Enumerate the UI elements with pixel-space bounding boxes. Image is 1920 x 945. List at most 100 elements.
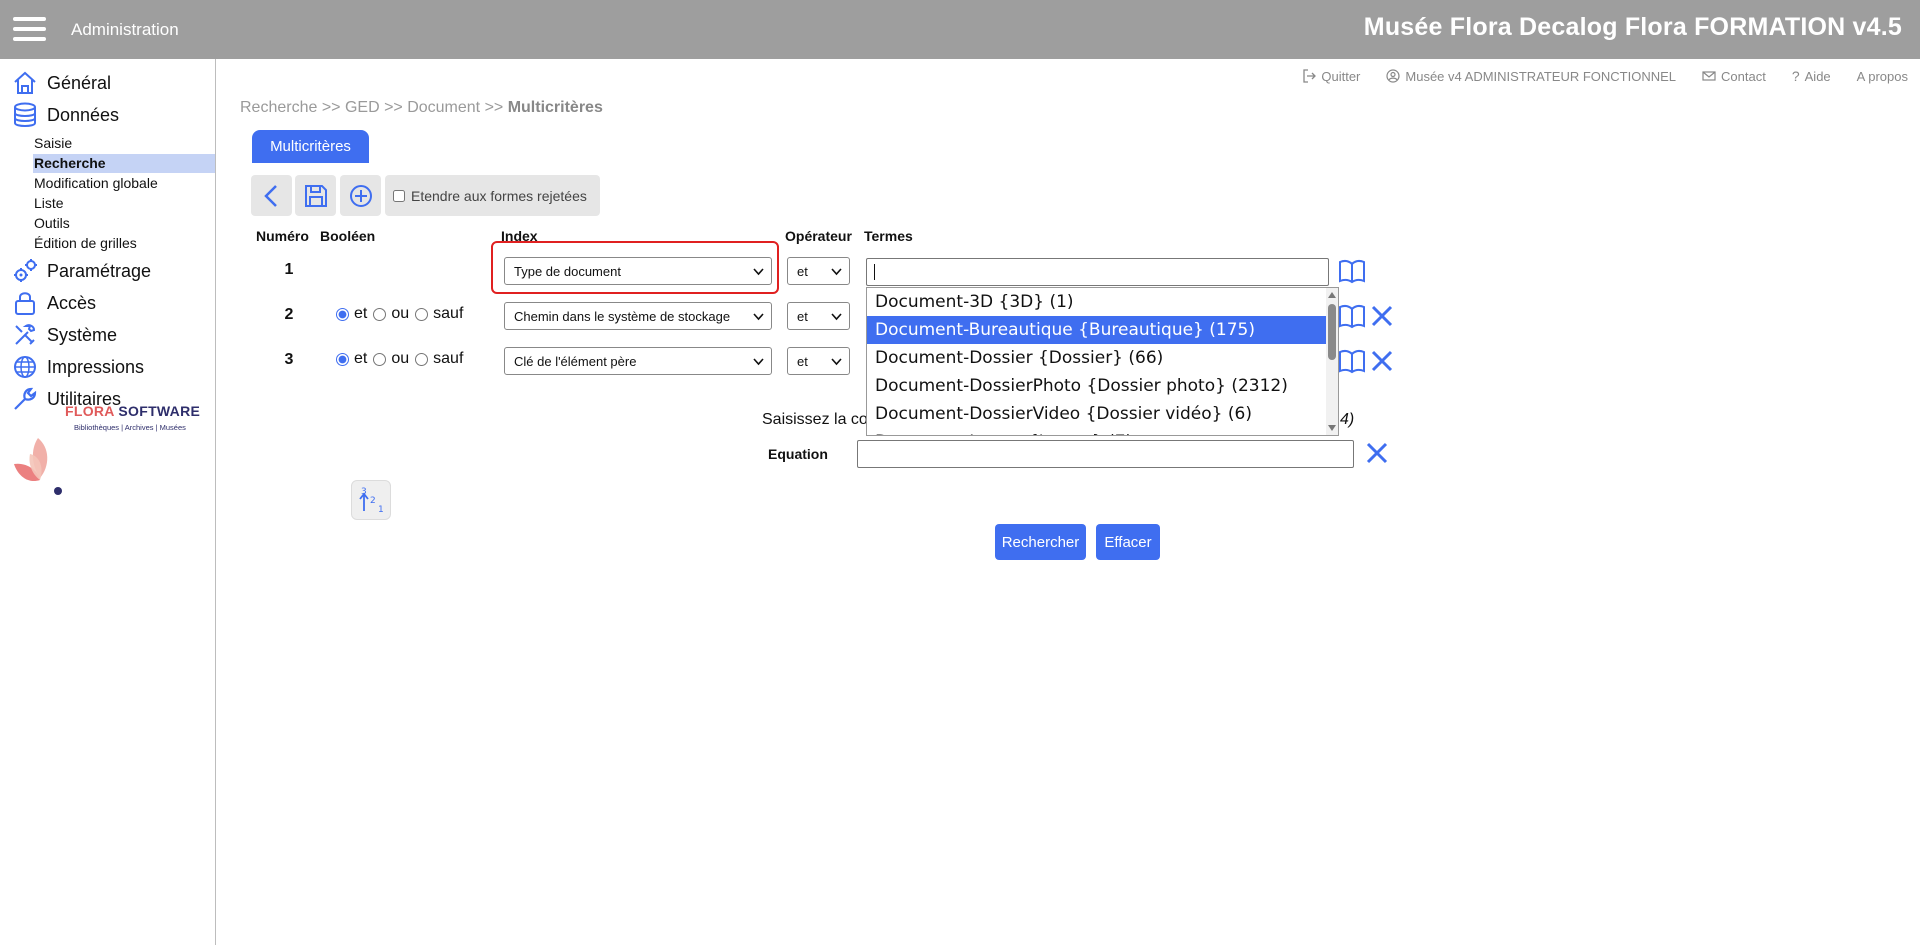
- list-item[interactable]: Document-DossierVideo {Dossier vidéo} (6…: [867, 400, 1338, 428]
- svg-text:3: 3: [361, 487, 367, 497]
- question-icon: ?: [1791, 68, 1800, 84]
- mail-icon: [1702, 71, 1716, 81]
- list-item[interactable]: Document-3D {3D} (1): [867, 288, 1338, 316]
- home-icon: [14, 71, 36, 94]
- extend-rejected-checkbox[interactable]: [393, 189, 405, 202]
- remove-row-icon[interactable]: [1368, 302, 1396, 330]
- wrench-icon: [14, 387, 37, 410]
- sidebar-item-parametrage[interactable]: Paramétrage: [12, 257, 151, 285]
- quit-link[interactable]: Quitter: [1302, 68, 1360, 84]
- logout-icon: [1303, 69, 1317, 83]
- list-scrollbar[interactable]: [1326, 288, 1338, 435]
- tab-multicriteres[interactable]: Multicritères: [252, 130, 369, 163]
- sidebar-item-label: Données: [47, 104, 120, 125]
- chevron-left-icon: [263, 184, 277, 207]
- chevron-down-icon: [753, 268, 764, 276]
- index-select[interactable]: Chemin dans le système de stockage: [504, 302, 772, 330]
- boolean-group: et ou sauf: [336, 305, 469, 323]
- equation-hint-end: 4): [1340, 411, 1355, 428]
- gears-icon: [14, 259, 37, 282]
- open-book-icon[interactable]: [1337, 303, 1367, 329]
- contact-link[interactable]: Contact: [1702, 68, 1766, 84]
- add-criterion-button[interactable]: [340, 175, 381, 216]
- svg-text:2: 2: [370, 496, 376, 506]
- search-button[interactable]: Rechercher: [995, 524, 1086, 560]
- row-number: 2: [284, 306, 294, 323]
- floppy-disk-icon: [304, 184, 327, 207]
- equation-label: Equation: [768, 446, 828, 462]
- sidebar-sub-modification-globale[interactable]: Modification globale: [33, 174, 215, 193]
- sidebar: Général Données Saisie Recherche Modific…: [0, 59, 216, 945]
- sidebar-sub-recherche[interactable]: Recherche: [33, 154, 215, 173]
- lock-icon: [15, 292, 35, 315]
- clear-button[interactable]: Effacer: [1096, 524, 1160, 560]
- globe-icon: [14, 356, 36, 378]
- flora-logo-icon: [14, 438, 62, 495]
- list-item[interactable]: Document-Bureautique {Bureautique} (175): [867, 316, 1338, 344]
- boolean-sauf-radio[interactable]: [415, 307, 429, 321]
- chevron-down-icon: [753, 358, 764, 366]
- operator-select[interactable]: et: [787, 347, 850, 375]
- operator-select[interactable]: et: [787, 257, 850, 285]
- remove-row-icon[interactable]: [1368, 347, 1396, 375]
- chevron-down-icon: [831, 268, 842, 276]
- top-links: Quitter Musée v4 ADMINISTRATEUR FONCTION…: [1302, 68, 1908, 84]
- sidebar-item-impressions[interactable]: Impressions: [12, 353, 144, 381]
- list-item[interactable]: Document-Image {Image} (7): [867, 428, 1338, 435]
- boolean-et-radio[interactable]: [336, 352, 349, 366]
- scroll-up-icon[interactable]: [1328, 292, 1336, 298]
- index-select[interactable]: Type de document: [504, 257, 772, 285]
- user-link[interactable]: Musée v4 ADMINISTRATEUR FONCTIONNEL: [1386, 68, 1676, 84]
- list-item[interactable]: Document-DossierPhoto {Dossier photo} (2…: [867, 372, 1338, 400]
- renumber-button[interactable]: 3 2 1: [351, 480, 391, 520]
- open-book-icon[interactable]: [1337, 348, 1367, 374]
- boolean-et-radio[interactable]: [336, 307, 349, 321]
- sidebar-item-label: Accès: [47, 292, 97, 313]
- open-book-icon[interactable]: [1337, 258, 1367, 284]
- back-button[interactable]: [251, 175, 292, 216]
- clear-equation-icon[interactable]: [1363, 439, 1391, 467]
- database-icon: [14, 102, 36, 127]
- sidebar-item-general[interactable]: Général: [12, 69, 111, 97]
- logo-name: FLORA SOFTWARE: [65, 403, 201, 419]
- help-link[interactable]: ? Aide: [1792, 68, 1831, 84]
- boolean-ou-radio[interactable]: [373, 352, 387, 366]
- equation-input[interactable]: [857, 440, 1354, 468]
- col-header-numero: Numéro: [256, 228, 309, 244]
- boolean-ou-radio[interactable]: [373, 307, 387, 321]
- scroll-down-icon[interactable]: [1328, 425, 1336, 431]
- top-bar: Administration Musée Flora Decalog Flora…: [0, 0, 1920, 59]
- app-title: Musée Flora Decalog Flora FORMATION v4.5: [1363, 13, 1902, 41]
- plus-circle-icon: [349, 184, 372, 207]
- boolean-group: et ou sauf: [336, 350, 469, 368]
- sidebar-item-label: Système: [47, 324, 118, 345]
- hamburger-menu-icon[interactable]: [13, 17, 46, 42]
- sidebar-item-systeme[interactable]: Système: [12, 321, 117, 349]
- about-link[interactable]: A propos: [1857, 68, 1908, 84]
- terms-suggestion-list[interactable]: Document-3D {3D} (1) Document-Bureautiqu…: [866, 287, 1339, 436]
- save-button[interactable]: [295, 175, 336, 216]
- col-header-booleen: Booléen: [320, 228, 376, 244]
- svg-text:1: 1: [378, 505, 384, 515]
- tools-icon: [15, 324, 36, 345]
- operator-select[interactable]: et: [787, 302, 850, 330]
- col-header-termes: Termes: [864, 228, 913, 244]
- sidebar-sub-liste[interactable]: Liste: [33, 194, 215, 213]
- boolean-sauf-radio[interactable]: [415, 352, 429, 366]
- equation-hint: Saisissez la co: [762, 411, 868, 428]
- sidebar-item-donnees[interactable]: Données: [12, 101, 119, 129]
- sidebar-sub-edition-grilles[interactable]: Édition de grilles: [33, 234, 215, 253]
- scroll-thumb[interactable]: [1328, 304, 1336, 360]
- row-number: 3: [284, 351, 294, 368]
- row-number: 1: [284, 261, 294, 278]
- sidebar-sub-saisie[interactable]: Saisie: [33, 134, 215, 153]
- terms-input[interactable]: [866, 258, 1329, 286]
- chevron-down-icon: [831, 358, 842, 366]
- extend-rejected-forms: Etendre aux formes rejetées: [385, 175, 600, 216]
- index-select[interactable]: Clé de l'élément père: [504, 347, 772, 375]
- sidebar-sub-outils[interactable]: Outils: [33, 214, 215, 233]
- list-item[interactable]: Document-Dossier {Dossier} (66): [867, 344, 1338, 372]
- sidebar-item-acces[interactable]: Accès: [12, 289, 96, 317]
- sidebar-item-label: Paramétrage: [47, 260, 152, 281]
- chevron-down-icon: [831, 313, 842, 321]
